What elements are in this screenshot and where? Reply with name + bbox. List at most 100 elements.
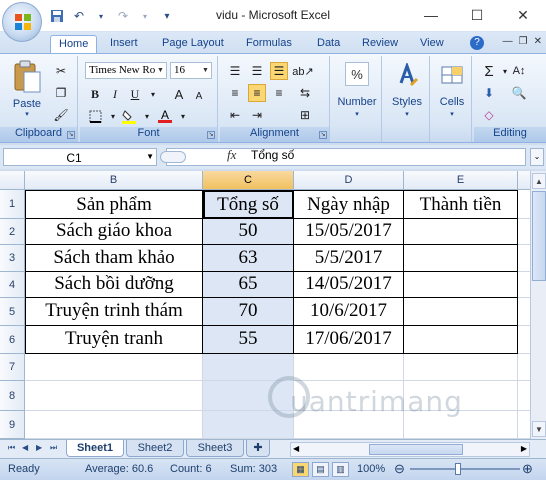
- table-cell[interactable]: 14/05/2017: [294, 272, 404, 298]
- fill-dropdown-icon[interactable]: ▾: [138, 107, 156, 125]
- clear-icon[interactable]: ◇: [480, 106, 498, 124]
- font-launcher-icon[interactable]: ↘: [207, 131, 215, 139]
- tab-page-layout[interactable]: Page Layout: [154, 35, 232, 54]
- vertical-scroll-thumb[interactable]: [532, 191, 546, 281]
- horizontal-scroll-thumb[interactable]: [369, 444, 463, 455]
- fill-color-icon[interactable]: [120, 107, 138, 125]
- row-header[interactable]: 6: [0, 326, 25, 354]
- workbook-close-icon[interactable]: ✕: [534, 36, 542, 47]
- align-middle-icon[interactable]: ☰: [248, 62, 266, 80]
- office-button[interactable]: [2, 2, 42, 42]
- align-center-icon[interactable]: ≡: [248, 84, 266, 102]
- table-cell[interactable]: Truyện trinh thám: [25, 298, 203, 326]
- zoom-slider-knob[interactable]: [455, 463, 461, 475]
- increase-indent-icon[interactable]: ⇥: [248, 106, 266, 124]
- align-top-icon[interactable]: ☰: [226, 62, 244, 80]
- clipboard-launcher-icon[interactable]: ↘: [67, 131, 75, 139]
- formula-bar-splitter[interactable]: [160, 151, 186, 163]
- wrap-text-icon[interactable]: ⇆: [296, 84, 314, 102]
- horizontal-scrollbar[interactable]: ◀ ▶: [290, 442, 530, 457]
- scroll-up-icon[interactable]: ▲: [532, 173, 546, 189]
- tab-home[interactable]: Home: [50, 35, 98, 54]
- table-cell[interactable]: Sách tham khảo: [25, 245, 203, 272]
- prev-sheet-icon[interactable]: ◀: [22, 443, 28, 452]
- tab-view[interactable]: View: [412, 35, 452, 54]
- cells-group[interactable]: Cells ▾: [432, 56, 472, 142]
- table-cell[interactable]: [404, 298, 518, 326]
- close-button[interactable]: ✕: [500, 0, 546, 30]
- decrease-indent-icon[interactable]: ⇤: [226, 106, 244, 124]
- table-cell[interactable]: [294, 354, 404, 381]
- increase-font-icon[interactable]: A: [170, 85, 188, 103]
- font-color-icon[interactable]: A: [156, 107, 174, 125]
- column-header-e[interactable]: E: [404, 171, 518, 190]
- table-cell[interactable]: 17/06/2017: [294, 326, 404, 354]
- table-cell[interactable]: [518, 245, 530, 272]
- font-color-dropdown-icon[interactable]: ▾: [174, 107, 192, 125]
- table-header-cell[interactable]: Ngày nhập: [294, 190, 404, 219]
- table-cell[interactable]: [518, 354, 530, 381]
- table-header-cell[interactable]: Thành tiền: [404, 190, 518, 219]
- column-header-c[interactable]: C: [203, 171, 294, 190]
- row-header[interactable]: 2: [0, 219, 25, 245]
- scroll-down-icon[interactable]: ▼: [532, 421, 546, 437]
- bold-icon[interactable]: B: [86, 85, 104, 103]
- table-cell[interactable]: [25, 354, 203, 381]
- styles-group[interactable]: Styles ▾: [384, 56, 430, 142]
- name-box[interactable]: C1 ▼: [3, 148, 157, 166]
- font-name-select[interactable]: Times New Ro ▼: [85, 62, 167, 79]
- table-cell[interactable]: [404, 219, 518, 245]
- minimize-button[interactable]: —: [408, 0, 454, 30]
- insert-sheet-icon[interactable]: ✚: [246, 440, 270, 457]
- scroll-right-icon[interactable]: ▶: [521, 444, 527, 453]
- format-painter-icon[interactable]: 🖌: [52, 106, 70, 124]
- table-cell[interactable]: [404, 272, 518, 298]
- sheet-tab-sheet3[interactable]: Sheet3: [186, 440, 244, 457]
- table-cell[interactable]: [25, 411, 203, 439]
- align-bottom-icon[interactable]: ☰: [270, 62, 288, 80]
- cut-icon[interactable]: ✂: [52, 62, 70, 80]
- tab-insert[interactable]: Insert: [102, 35, 146, 54]
- sheet-tab-sheet2[interactable]: Sheet2: [126, 440, 184, 457]
- last-sheet-icon[interactable]: ⏭: [50, 443, 57, 453]
- vertical-scrollbar[interactable]: ▲ ▼: [530, 171, 546, 439]
- italic-icon[interactable]: I: [106, 85, 124, 103]
- table-header-cell[interactable]: [518, 190, 530, 219]
- column-header-d[interactable]: D: [294, 171, 404, 190]
- insert-function-icon[interactable]: fx: [227, 147, 236, 163]
- formula-input[interactable]: [166, 148, 526, 166]
- table-cell[interactable]: 10/6/2017: [294, 298, 404, 326]
- table-cell[interactable]: Sách bồi dưỡng: [25, 272, 203, 298]
- table-cell[interactable]: 63: [203, 245, 294, 272]
- zoom-level[interactable]: 100%: [357, 463, 385, 475]
- orientation-icon[interactable]: ab↗: [292, 62, 313, 80]
- decrease-font-icon[interactable]: A: [190, 87, 208, 105]
- table-header-cell[interactable]: Sản phẩm: [25, 190, 203, 219]
- sort-filter-icon[interactable]: A↕: [510, 62, 528, 80]
- select-all-corner[interactable]: [0, 171, 25, 190]
- table-cell[interactable]: [404, 326, 518, 354]
- workbook-restore-icon[interactable]: ❐: [519, 36, 528, 47]
- row-header[interactable]: 3: [0, 245, 25, 272]
- zoom-slider[interactable]: [410, 468, 520, 470]
- alignment-launcher-icon[interactable]: ↘: [319, 131, 327, 139]
- row-header[interactable]: 1: [0, 190, 25, 219]
- underline-icon[interactable]: U: [126, 85, 144, 103]
- workbook-minimize-icon[interactable]: —: [503, 36, 513, 47]
- help-icon[interactable]: ?: [470, 36, 484, 50]
- table-cell[interactable]: Truyện tranh: [25, 326, 203, 354]
- find-select-icon[interactable]: 🔍: [510, 84, 528, 102]
- merge-center-icon[interactable]: ⊞: [296, 106, 314, 124]
- table-cell[interactable]: [518, 381, 530, 411]
- underline-dropdown-icon[interactable]: ▾: [144, 85, 162, 103]
- page-layout-view-icon[interactable]: ▤: [312, 462, 329, 477]
- row-header[interactable]: 9: [0, 411, 25, 439]
- row-header[interactable]: 4: [0, 272, 25, 298]
- align-left-icon[interactable]: ≡: [226, 84, 244, 102]
- table-cell[interactable]: 65: [203, 272, 294, 298]
- number-group[interactable]: % Number ▾: [332, 56, 382, 142]
- align-right-icon[interactable]: ≡: [270, 84, 288, 102]
- table-cell[interactable]: Sách giáo khoa: [25, 219, 203, 245]
- copy-icon[interactable]: ❐: [52, 84, 70, 102]
- tab-data[interactable]: Data: [309, 35, 348, 54]
